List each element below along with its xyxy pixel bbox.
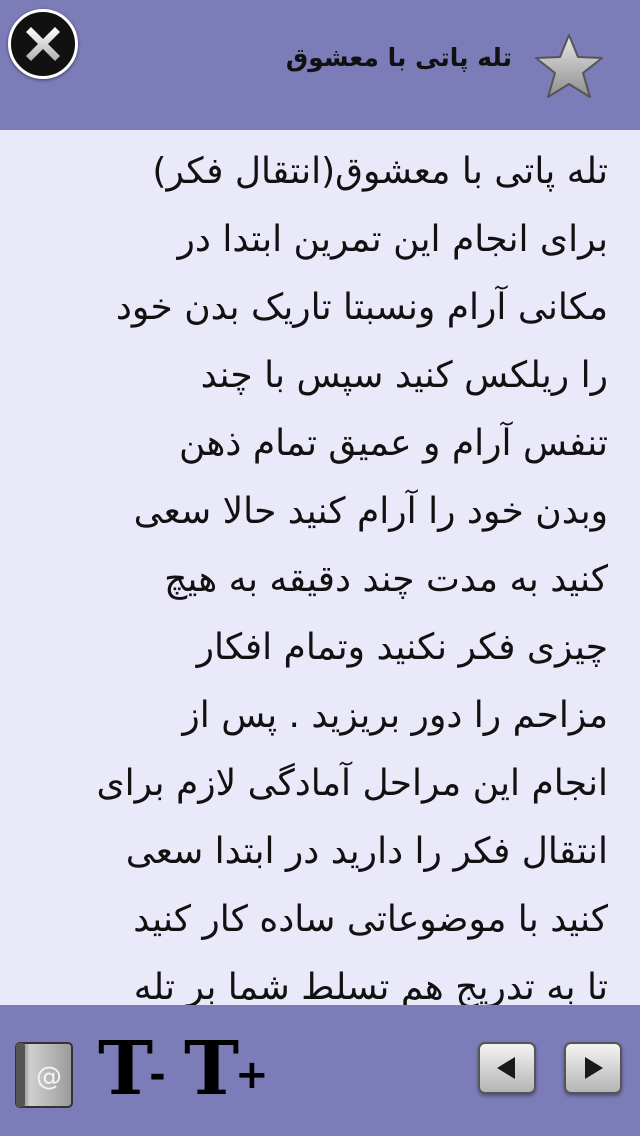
- text-line: کنید با موضوعاتی ساده کار کنید: [133, 899, 608, 940]
- top-bar: تله پاتی با معشوق: [0, 0, 640, 130]
- font-increase-sign: +: [235, 1052, 269, 1098]
- text-line: انجام این مراحل آمادگی لازم برای: [96, 763, 608, 804]
- text-line: را ریلکس کنید سپس با چند: [200, 355, 608, 396]
- email-symbol: @: [36, 1062, 62, 1092]
- text-line: تا به تدریج هم تسلط شما بر تله: [133, 967, 608, 1005]
- favorite-button[interactable]: [533, 32, 605, 102]
- font-increase-button[interactable]: T+: [184, 1029, 269, 1109]
- text-line: تله پاتی با معشوق(انتقال فکر): [152, 151, 608, 192]
- arrow-left-icon: [497, 1057, 515, 1079]
- article-text: تله پاتی با معشوق(انتقال فکر) برای انجام…: [48, 138, 608, 1005]
- email-button[interactable]: @: [14, 1041, 76, 1111]
- page-title: تله پاتی با معشوق: [285, 43, 512, 72]
- font-decrease-letter: T: [98, 1026, 154, 1112]
- text-line: مزاحم را دور بریزید . پس از: [182, 695, 608, 736]
- font-decrease-button[interactable]: T-: [98, 1029, 166, 1109]
- font-increase-letter: T: [184, 1026, 240, 1112]
- previous-page-button[interactable]: [478, 1042, 536, 1094]
- arrow-right-icon: [585, 1057, 603, 1079]
- text-line: کنید به مدت چند دقیقه به هیچ: [164, 559, 608, 600]
- text-line: چیزی فکر نکنید وتمام افکار: [196, 627, 608, 668]
- bottom-toolbar: @ T- T+: [0, 1005, 640, 1136]
- text-line: انتقال فکر را دارید در ابتدا سعی: [125, 831, 608, 872]
- text-line: وبدن خود را آرام کنید حالا سعی: [133, 491, 608, 532]
- text-line: برای انجام این تمرین ابتدا در: [177, 219, 608, 260]
- text-line: تنفس آرام و عمیق تمام ذهن: [179, 423, 608, 464]
- close-icon: [26, 27, 60, 61]
- close-button[interactable]: [8, 9, 78, 79]
- article-content[interactable]: تله پاتی با معشوق(انتقال فکر) برای انجام…: [0, 130, 640, 1005]
- star-icon: [535, 34, 603, 98]
- next-page-button[interactable]: [564, 1042, 622, 1094]
- email-book-icon: @: [15, 1042, 73, 1108]
- font-decrease-sign: -: [149, 1052, 166, 1098]
- text-line: مکانی آرام ونسبتا تاریک بدن خود: [115, 287, 608, 328]
